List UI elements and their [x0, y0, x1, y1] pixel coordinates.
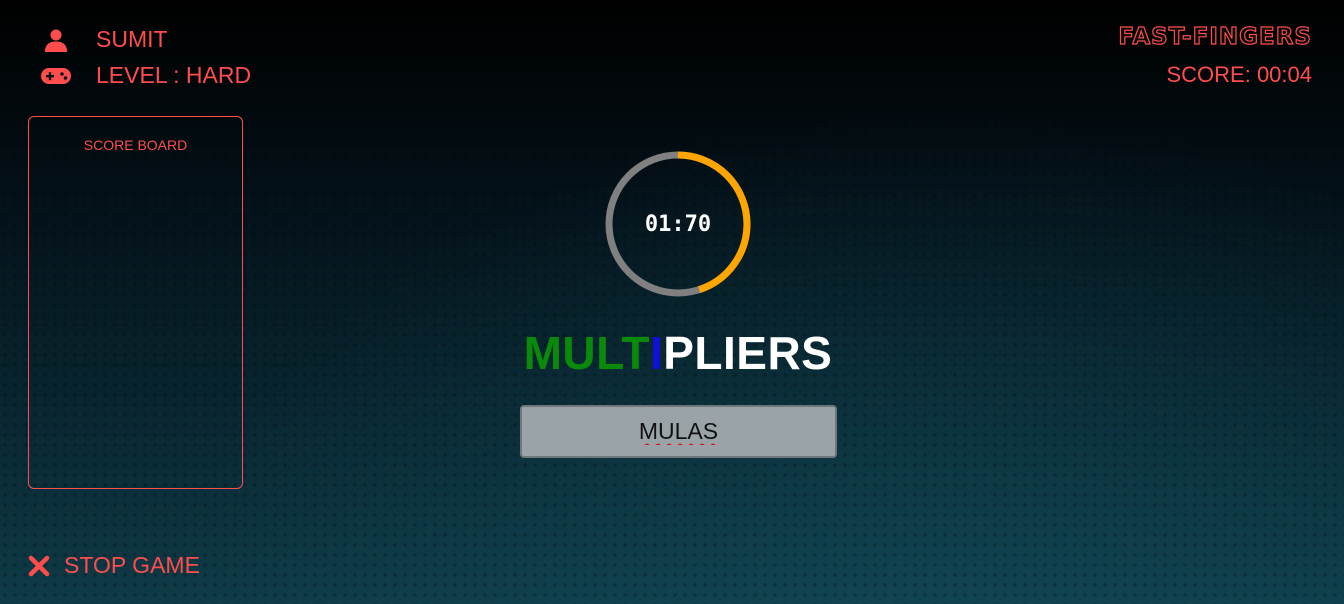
- player-name: SUMIT: [96, 26, 168, 52]
- stop-game-button[interactable]: STOP GAME: [28, 552, 200, 579]
- player-info: SUMIT: [40, 26, 168, 53]
- user-icon: [40, 28, 72, 52]
- word-segment: PLIERS: [663, 327, 833, 379]
- answer-input[interactable]: [520, 405, 837, 458]
- level-info: LEVEL : HARD: [40, 62, 251, 89]
- stop-game-label: STOP GAME: [64, 552, 200, 578]
- timer-display: 01:70: [644, 211, 712, 237]
- word-segment: MULT: [523, 327, 650, 379]
- level-text: LEVEL : HARD: [96, 62, 252, 88]
- word-segment: I: [649, 327, 664, 379]
- target-word: MULTIPLIERS: [0, 326, 1344, 380]
- gamepad-icon: [40, 66, 72, 86]
- close-icon: [28, 555, 50, 577]
- brand-logo: FAST-FINGERS: [1118, 23, 1312, 50]
- score-display: SCORE: 00:04: [1166, 62, 1312, 87]
- score-board-title: SCORE BOARD: [83, 137, 188, 153]
- score-board: SCORE BOARD: [28, 116, 243, 489]
